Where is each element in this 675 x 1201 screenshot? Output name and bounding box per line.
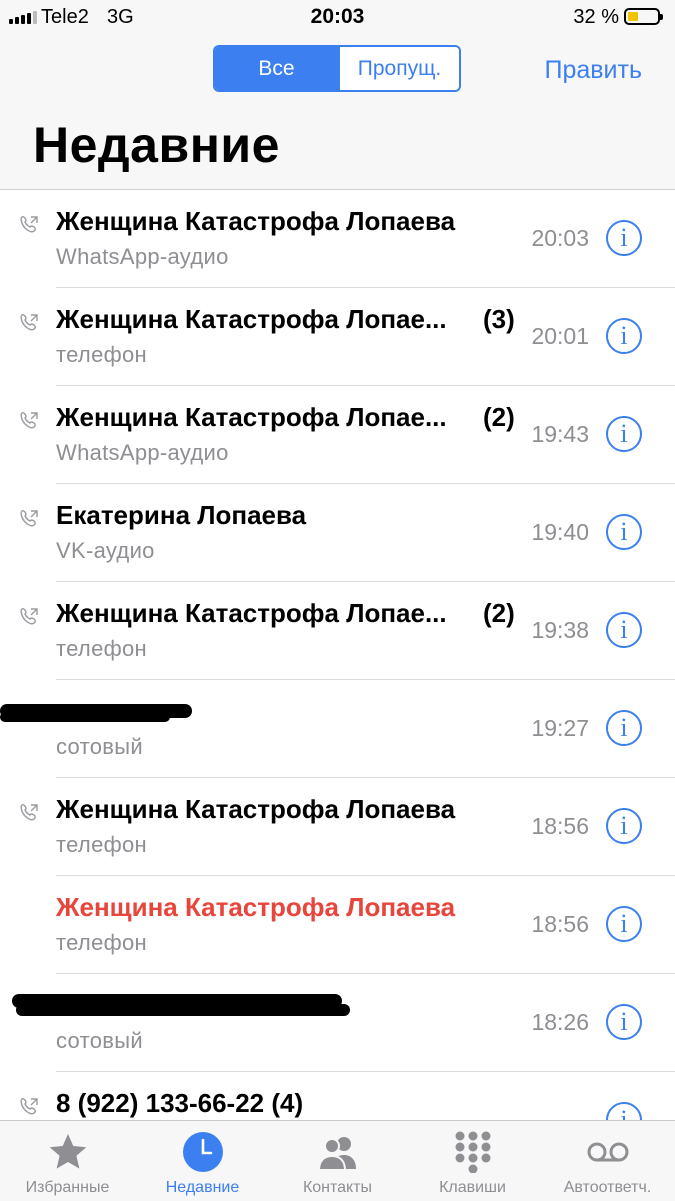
call-type: телефон: [56, 636, 147, 661]
info-button[interactable]: i: [606, 416, 642, 452]
info-button[interactable]: i: [606, 1102, 642, 1120]
tab-voicemail[interactable]: Автоответч.: [540, 1121, 675, 1201]
call-type: VK-аудио: [56, 538, 155, 563]
call-row-missed[interactable]: Женщина Катастрофа Лопаева телефон 18:56…: [0, 876, 675, 974]
info-button[interactable]: i: [606, 710, 642, 746]
call-time: 20:01: [531, 323, 589, 349]
redaction-mark: [16, 1004, 350, 1016]
info-button[interactable]: i: [606, 514, 642, 550]
call-row[interactable]: сотовый 18:26 i: [0, 974, 675, 1072]
call-type: WhatsApp-аудио: [56, 440, 229, 465]
call-row[interactable]: Женщина Катастрофа Лопаева телефон 18:56…: [0, 778, 675, 876]
tab-bar: Избранные Недавние Контакты Клавиши Авто…: [0, 1120, 675, 1201]
navigation-header: Все Пропущ. Править Недавние: [0, 36, 675, 190]
tab-label: Клавиши: [439, 1179, 506, 1196]
outgoing-call-icon: [20, 607, 38, 625]
outgoing-call-icon: [20, 313, 38, 331]
call-count: (3): [483, 304, 515, 334]
outgoing-call-icon: [20, 411, 38, 429]
voicemail-icon: [587, 1142, 629, 1162]
star-icon: [49, 1134, 87, 1169]
page-title: Недавние: [33, 117, 280, 173]
battery-percent: 32 %: [573, 6, 619, 28]
contact-name: Женщина Катастрофа Лопаева: [56, 794, 456, 824]
call-type: WhatsApp-аудио: [56, 244, 229, 269]
call-time: 20:03: [531, 225, 589, 251]
call-row[interactable]: 8 (922) 133-66-22 (4) i: [0, 1072, 675, 1120]
call-count: (2): [483, 402, 515, 432]
call-type: сотовый: [56, 734, 143, 759]
call-row[interactable]: Женщина Катастрофа Лопае... (3) телефон …: [0, 288, 675, 386]
info-button[interactable]: i: [606, 808, 642, 844]
clock-icon: [183, 1132, 223, 1172]
call-count: (2): [483, 598, 515, 628]
tab-keypad[interactable]: Клавиши: [405, 1121, 540, 1201]
outgoing-call-icon: [20, 803, 38, 821]
call-time: 19:38: [531, 617, 589, 643]
contact-name: Женщина Катастрофа Лопаева: [56, 892, 456, 922]
call-time: 18:56: [531, 911, 589, 937]
contacts-icon: [317, 1137, 356, 1171]
call-row[interactable]: Женщина Катастрофа Лопаева WhatsApp-ауди…: [0, 190, 675, 288]
keypad-icon: [455, 1131, 491, 1173]
call-time: 19:27: [531, 715, 589, 741]
tab-label: Избранные: [25, 1179, 110, 1196]
contact-name: Женщина Катастрофа Лопаева: [56, 206, 456, 236]
recent-calls-list: Женщина Катастрофа Лопаева WhatsApp-ауди…: [0, 190, 675, 1120]
tab-label: Автоответч.: [563, 1179, 652, 1196]
call-row[interactable]: Женщина Катастрофа Лопае... (2) WhatsApp…: [0, 386, 675, 484]
call-time: 19:40: [531, 519, 589, 545]
call-row[interactable]: Екатерина Лопаева VK-аудио 19:40 i: [0, 484, 675, 582]
call-time: 18:26: [531, 1009, 589, 1035]
call-row[interactable]: Женщина Катастрофа Лопае... (2) телефон …: [0, 582, 675, 680]
call-type: сотовый: [56, 1028, 143, 1053]
call-row[interactable]: сотовый 19:27 i: [0, 680, 675, 778]
call-type: телефон: [56, 930, 147, 955]
segment-missed[interactable]: Пропущ.: [338, 47, 459, 90]
tab-contacts[interactable]: Контакты: [270, 1121, 405, 1201]
outgoing-call-icon: [20, 1097, 38, 1115]
outgoing-call-icon: [20, 215, 38, 233]
segment-all[interactable]: Все: [215, 47, 338, 90]
info-button[interactable]: i: [606, 318, 642, 354]
status-bar: Tele2 3G 20:03 32 %: [0, 0, 675, 36]
info-button[interactable]: i: [606, 612, 642, 648]
call-time: 19:43: [531, 421, 589, 447]
redaction-mark: [0, 712, 170, 722]
info-button[interactable]: i: [606, 220, 642, 256]
filter-segmented-control: Все Пропущ.: [213, 45, 461, 92]
tab-recents[interactable]: Недавние: [135, 1121, 270, 1201]
tab-favorites[interactable]: Избранные: [0, 1121, 135, 1201]
outgoing-call-icon: [20, 509, 38, 527]
battery-icon: [624, 8, 663, 25]
info-button[interactable]: i: [606, 906, 642, 942]
contact-name: Екатерина Лопаева: [56, 500, 307, 530]
contact-name: 8 (922) 133-66-22 (4): [56, 1088, 304, 1118]
tab-label: Недавние: [165, 1179, 240, 1196]
tab-label: Контакты: [302, 1179, 373, 1196]
call-type: телефон: [56, 342, 147, 367]
info-button[interactable]: i: [606, 1004, 642, 1040]
contact-name: Женщина Катастрофа Лопае...: [56, 402, 447, 432]
contact-name: Женщина Катастрофа Лопае...: [56, 598, 447, 628]
edit-button[interactable]: Править: [545, 56, 643, 85]
contact-name: Женщина Катастрофа Лопае...: [56, 304, 447, 334]
call-time: 18:56: [531, 813, 589, 839]
call-type: телефон: [56, 832, 147, 857]
